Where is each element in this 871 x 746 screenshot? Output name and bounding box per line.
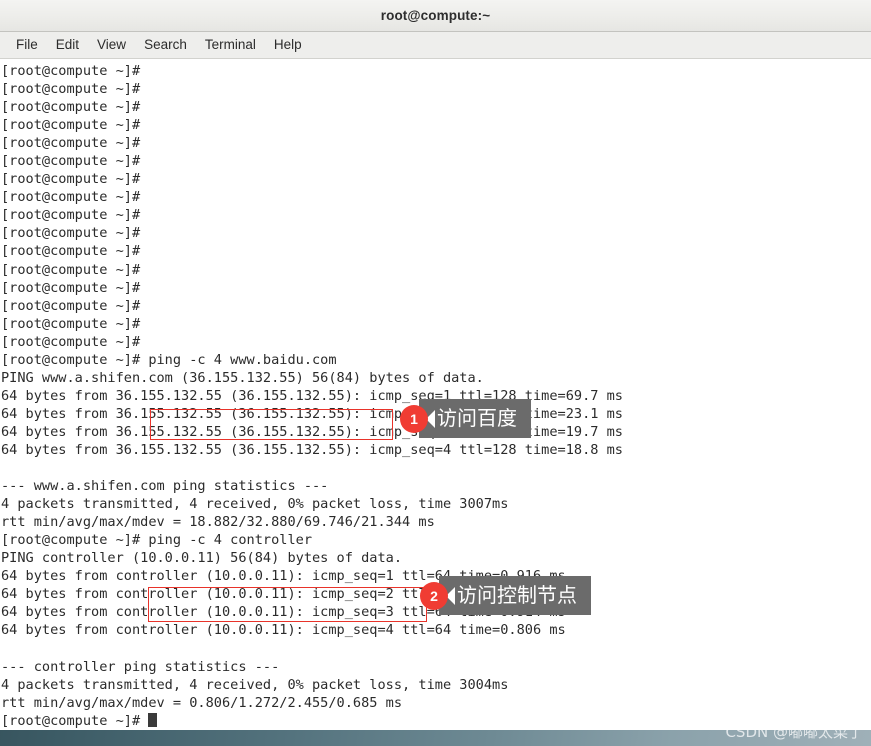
terminal-line: [root@compute ~]# (1, 297, 141, 314)
terminal-line: [root@compute ~]# (1, 63, 141, 79)
menu-item-search[interactable]: Search (135, 35, 196, 55)
terminal-line: PING www.a.shifen.com (36.155.132.55) 56… (1, 369, 484, 386)
menu-item-file[interactable]: File (7, 35, 47, 55)
menu-bar: File Edit View Search Terminal Help (0, 32, 871, 59)
terminal-line: 64 bytes from controller (10.0.0.11): ic… (1, 604, 566, 621)
terminal-line: 4 packets transmitted, 4 received, 0% pa… (1, 496, 509, 513)
terminal-line: [root@compute ~]# (1, 171, 141, 188)
terminal-line: --- www.a.shifen.com ping statistics --- (1, 478, 329, 495)
terminal-line: 64 bytes from 36.155.132.55 (36.155.132.… (1, 441, 623, 458)
window-title-bar[interactable]: root@compute:~ (0, 0, 871, 32)
terminal-cursor (148, 712, 157, 727)
terminal-line: 64 bytes from 36.155.132.55 (36.155.132.… (1, 423, 623, 440)
menu-item-help[interactable]: Help (265, 35, 311, 55)
terminal-line: [root@compute ~]# (1, 153, 141, 170)
terminal-line: [root@compute ~]# (1, 81, 141, 98)
terminal-line: PING controller (10.0.0.11) 56(84) bytes… (1, 550, 403, 567)
terminal-line: [root@compute ~]# (1, 261, 141, 278)
menu-item-terminal[interactable]: Terminal (196, 35, 265, 55)
terminal-line: 64 bytes from controller (10.0.0.11): ic… (1, 622, 566, 639)
terminal-line: [root@compute ~]# (1, 333, 141, 350)
terminal-line: 64 bytes from 36.155.132.55 (36.155.132.… (1, 405, 623, 422)
terminal-line: [root@compute ~]# (1, 207, 141, 224)
terminal-line: [root@compute ~]# (1, 135, 141, 152)
terminal-line: 4 packets transmitted, 4 received, 0% pa… (1, 676, 509, 693)
terminal-line: [root@compute ~]# (1, 243, 141, 260)
terminal-line: 64 bytes from 36.155.132.55 (36.155.132.… (1, 387, 623, 404)
terminal-line: 64 bytes from controller (10.0.0.11): ic… (1, 568, 566, 585)
window-title: root@compute:~ (380, 8, 491, 23)
terminal-line: [root@compute ~]# ping -c 4 controller (1, 532, 312, 549)
terminal-line: rtt min/avg/max/mdev = 18.882/32.880/69.… (1, 514, 435, 531)
terminal-line: --- controller ping statistics --- (1, 658, 280, 675)
terminal-line: [root@compute ~]# (1, 99, 141, 116)
terminal-line: [root@compute ~]# (1, 117, 141, 134)
terminal-line: [root@compute ~]# (1, 315, 141, 332)
terminal-line: [root@compute ~]# (1, 225, 141, 242)
terminal-line: [root@compute ~]# ping -c 4 www.baidu.co… (1, 351, 337, 368)
menu-item-view[interactable]: View (88, 35, 135, 55)
terminal-line: 64 bytes from controller (10.0.0.11): ic… (1, 586, 558, 603)
terminal-prompt-text: [root@compute ~]# (1, 712, 149, 729)
terminal-line: rtt min/avg/max/mdev = 0.806/1.272/2.455… (1, 694, 403, 711)
terminal-lines: [root@compute ~]# [root@compute ~]# [root@… (1, 62, 871, 730)
terminal-prompt-line[interactable]: [root@compute ~]# (1, 712, 871, 730)
terminal-output-area[interactable]: [root@compute ~]# [root@compute ~]# [root@… (0, 59, 871, 730)
menu-item-edit[interactable]: Edit (47, 35, 88, 55)
terminal-window: root@compute:~ File Edit View Search Ter… (0, 0, 871, 730)
terminal-line: [root@compute ~]# (1, 279, 141, 296)
terminal-line: [root@compute ~]# (1, 189, 141, 206)
